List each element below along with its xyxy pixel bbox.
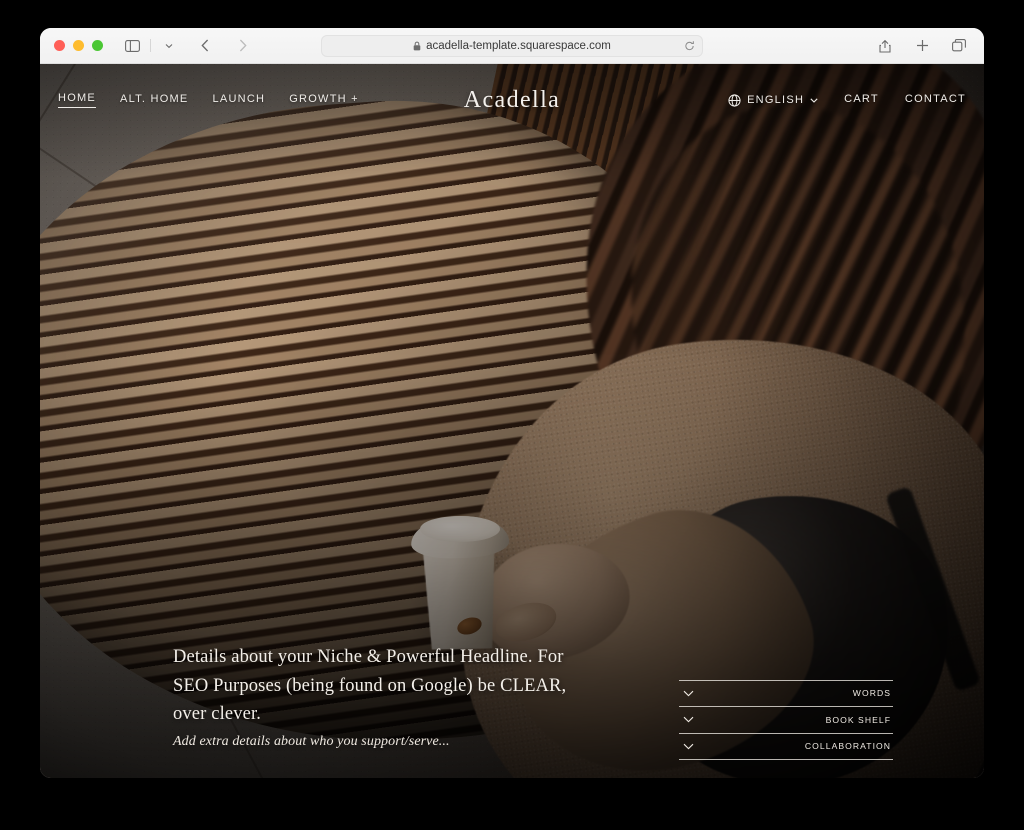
back-arrow-icon[interactable]: [194, 36, 216, 56]
plus-icon[interactable]: [911, 36, 933, 56]
language-selector[interactable]: ENGLISH: [728, 93, 818, 107]
accordion-label: COLLABORATION: [804, 741, 891, 752]
site-logo[interactable]: Acadella: [464, 87, 560, 114]
accordion-label: WORDS: [852, 688, 891, 699]
accordion-item-collaboration[interactable]: COLLABORATION: [679, 734, 893, 760]
forward-arrow-icon[interactable]: [232, 36, 254, 56]
nav-item-contact[interactable]: CONTACT: [905, 93, 966, 108]
hero-text-block: Details about your Niche & Powerful Head…: [173, 643, 603, 750]
window-controls: [40, 40, 103, 51]
hero-accordion: WORDS BOOK SHELF COLLABORATION: [679, 679, 893, 760]
browser-window: acadella-template.squarespace.com HOME A…: [40, 28, 984, 778]
nav-item-growth[interactable]: GROWTH +: [289, 93, 359, 108]
chevron-down-icon: [683, 690, 694, 697]
nav-item-alt-home[interactable]: ALT. HOME: [120, 93, 189, 108]
accordion-item-words[interactable]: WORDS: [679, 681, 893, 707]
globe-icon: [728, 93, 741, 107]
secondary-navigation: ENGLISH CART CONTACT: [728, 93, 966, 108]
site-header: HOME ALT. HOME LAUNCH GROWTH + Acadella …: [40, 64, 984, 136]
minimize-window-button[interactable]: [73, 40, 84, 51]
close-window-button[interactable]: [54, 40, 65, 51]
accordion-label: BOOK SHELF: [825, 714, 891, 725]
address-bar-url: acadella-template.squarespace.com: [426, 39, 611, 52]
reload-icon[interactable]: [684, 40, 695, 51]
hero-subtext: Add extra details about who you support/…: [173, 734, 450, 749]
chevron-down-icon: [810, 97, 818, 103]
address-bar[interactable]: acadella-template.squarespace.com: [321, 34, 703, 57]
chevron-down-icon: [683, 743, 694, 750]
nav-item-home[interactable]: HOME: [58, 92, 96, 108]
hero-headline: Details about your Niche & Powerful Head…: [173, 646, 567, 725]
toolbar-right-controls: [874, 36, 970, 56]
sidebar-toggle-icon[interactable]: [121, 36, 143, 56]
toolbar-left-controls: [121, 36, 254, 56]
primary-navigation: HOME ALT. HOME LAUNCH GROWTH +: [58, 92, 359, 108]
chevron-down-icon[interactable]: [158, 36, 180, 56]
website-viewport: HOME ALT. HOME LAUNCH GROWTH + Acadella …: [40, 64, 984, 778]
language-label: ENGLISH: [747, 94, 805, 106]
lock-icon: [413, 41, 421, 51]
tab-overview-icon[interactable]: [948, 36, 970, 56]
nav-item-cart[interactable]: CART: [844, 93, 879, 108]
accordion-item-book-shelf[interactable]: BOOK SHELF: [679, 707, 893, 734]
chevron-down-icon: [683, 716, 694, 723]
address-bar-container: acadella-template.squarespace.com: [321, 34, 703, 57]
browser-toolbar: acadella-template.squarespace.com: [40, 28, 984, 64]
nav-item-launch[interactable]: LAUNCH: [213, 93, 266, 108]
maximize-window-button[interactable]: [92, 40, 103, 51]
toolbar-divider: [150, 39, 151, 52]
share-icon[interactable]: [874, 36, 896, 56]
